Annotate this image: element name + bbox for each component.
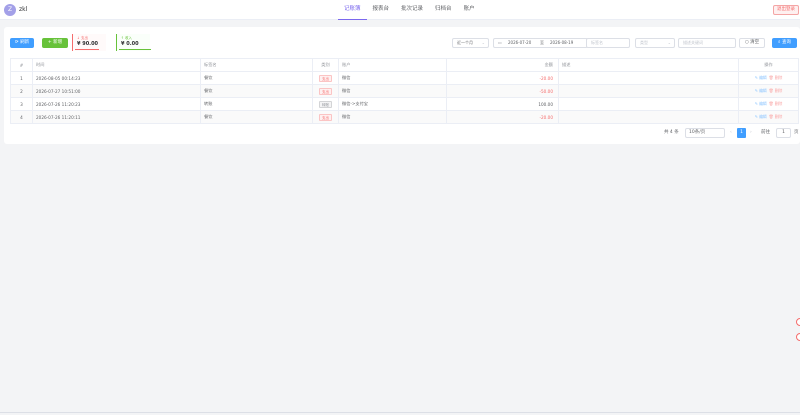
date-end: 2026-08-19 bbox=[550, 40, 574, 45]
tag-name-input[interactable]: 标签名 bbox=[586, 38, 630, 48]
expense-bar bbox=[75, 49, 99, 50]
row-tag: 餐饮 bbox=[200, 71, 313, 85]
row-amount: 100.00 bbox=[446, 97, 559, 111]
clear-button[interactable]: ○ 清空 bbox=[739, 38, 765, 48]
header-index: # bbox=[10, 58, 33, 72]
header-tag: 标签名 bbox=[200, 58, 313, 72]
table-row[interactable]: 3 2026-07-26 11:20:23 转账 转账 微信->支付宝 100.… bbox=[10, 97, 799, 111]
prev-page-icon[interactable]: ‹ bbox=[730, 128, 732, 138]
expense-label: 支出 bbox=[81, 36, 89, 40]
delete-button[interactable]: 🗑︎ 删除 bbox=[769, 114, 783, 119]
type-badge: 转账 bbox=[319, 100, 332, 108]
goto-label: 前往 bbox=[761, 130, 770, 135]
next-page-icon[interactable]: › bbox=[750, 128, 752, 138]
row-tag: 餐饮 bbox=[200, 84, 313, 98]
goto-unit: 页 bbox=[794, 130, 799, 135]
row-tag: 转账 bbox=[200, 97, 313, 111]
date-separator: 至 bbox=[540, 40, 544, 45]
period-select[interactable]: 近一个月 ⌄ bbox=[452, 38, 489, 48]
ledger-card: ⟳ 刷新 + 新增 ↓ 支出 ¥ 90.00 ↑ 收入 ¥ 0.00 近一个月 … bbox=[4, 27, 800, 144]
type-badge: 支出 bbox=[319, 87, 332, 95]
calendar-icon: ▭ bbox=[498, 40, 502, 45]
header-amount: 金额 bbox=[446, 58, 559, 72]
row-tag: 餐饮 bbox=[200, 110, 313, 124]
table-row[interactable]: 1 2026-08-05 00:14:23 餐饮 支出 微信 -20.00 ✎ … bbox=[10, 71, 799, 85]
header-account: 账户 bbox=[338, 58, 447, 72]
date-range-picker[interactable]: ▭ 2026-07-20 至 2026-08-19 bbox=[493, 38, 588, 48]
refresh-button[interactable]: ⟳ 刷新 bbox=[10, 38, 34, 48]
nav-item-reports[interactable]: 报表台 bbox=[367, 0, 396, 20]
row-index: 4 bbox=[10, 110, 33, 124]
income-summary: ↑ 收入 ¥ 0.00 bbox=[116, 34, 151, 51]
row-description bbox=[558, 110, 739, 124]
row-index: 2 bbox=[10, 84, 33, 98]
table-row[interactable]: 2 2026-07-27 10:51:00 餐饮 支出 微信 -50.00 ✎ … bbox=[10, 84, 799, 98]
row-index: 1 bbox=[10, 71, 33, 85]
add-button[interactable]: + 新增 bbox=[42, 38, 68, 48]
nav-item-accounts[interactable]: 账户 bbox=[458, 0, 481, 20]
nav-item-archive[interactable]: 归档台 bbox=[429, 0, 458, 20]
row-account: 微信 bbox=[338, 71, 447, 85]
row-time: 2026-07-26 11:20:11 bbox=[32, 110, 201, 124]
type-select[interactable]: 类型 ⌄ bbox=[635, 38, 675, 48]
row-time: 2026-07-27 10:51:00 bbox=[32, 84, 201, 98]
table-header-row: # 时间 标签名 类别 账户 金额 描述 操作 bbox=[10, 58, 799, 72]
chevron-down-icon: ⌄ bbox=[667, 40, 671, 45]
chevron-down-icon: ⌄ bbox=[481, 40, 485, 45]
header-type: 类别 bbox=[312, 58, 339, 72]
income-value: ¥ 0.00 bbox=[121, 41, 139, 47]
expense-value: ¥ 90.00 bbox=[77, 41, 99, 47]
username: zkl bbox=[19, 6, 28, 13]
nav-item-ledger[interactable]: 记账簿 bbox=[338, 0, 367, 20]
edit-button[interactable]: ✎ 编辑 bbox=[755, 114, 767, 119]
goto-page-input[interactable]: 1 bbox=[776, 128, 791, 138]
row-time: 2026-07-26 11:20:23 bbox=[32, 97, 201, 111]
page-size-select[interactable]: 10条/页 bbox=[685, 128, 725, 138]
delete-button[interactable]: 🗑︎ 删除 bbox=[769, 75, 783, 80]
avatar[interactable]: Z bbox=[4, 4, 16, 16]
income-label: 收入 bbox=[125, 36, 133, 40]
row-time: 2026-08-05 00:14:23 bbox=[32, 71, 201, 85]
nav-item-batch[interactable]: 批次记录 bbox=[395, 0, 429, 20]
floating-action-handle[interactable] bbox=[796, 333, 800, 341]
main-nav: 记账簿 报表台 批次记录 归档台 账户 bbox=[338, 0, 481, 20]
header-actions: 操作 bbox=[738, 58, 799, 72]
edit-button[interactable]: ✎ 编辑 bbox=[755, 75, 767, 80]
type-badge: 支出 bbox=[319, 74, 332, 82]
row-amount: -20.00 bbox=[446, 110, 559, 124]
table-row[interactable]: 4 2026-07-26 11:20:11 餐饮 支出 微信 -20.00 ✎ … bbox=[10, 110, 799, 124]
row-description bbox=[558, 97, 739, 111]
edit-button[interactable]: ✎ 编辑 bbox=[755, 101, 767, 106]
row-description bbox=[558, 71, 739, 85]
row-description bbox=[558, 84, 739, 98]
transactions-table: # 时间 标签名 类别 账户 金额 描述 操作 1 2026-08-05 00:… bbox=[10, 58, 799, 124]
search-button[interactable]: ⌕ 查询 bbox=[772, 38, 797, 48]
row-account: 微信->支付宝 bbox=[338, 97, 447, 111]
date-start: 2026-07-20 bbox=[508, 40, 532, 45]
header-time: 时间 bbox=[32, 58, 201, 72]
top-bar: Z zkl 记账簿 报表台 批次记录 归档台 账户 退出登录 bbox=[0, 0, 800, 20]
row-amount: -20.00 bbox=[446, 71, 559, 85]
delete-button[interactable]: 🗑︎ 删除 bbox=[769, 88, 783, 93]
description-input[interactable]: 描述关键词 bbox=[678, 38, 736, 48]
header-description: 描述 bbox=[558, 58, 739, 72]
expense-summary: ↓ 支出 ¥ 90.00 bbox=[72, 34, 106, 51]
logout-button[interactable]: 退出登录 bbox=[773, 5, 799, 15]
type-badge: 支出 bbox=[319, 113, 332, 121]
row-account: 微信 bbox=[338, 84, 447, 98]
divider bbox=[0, 412, 800, 413]
row-account: 微信 bbox=[338, 110, 447, 124]
row-index: 3 bbox=[10, 97, 33, 111]
delete-button[interactable]: 🗑︎ 删除 bbox=[769, 101, 783, 106]
edit-button[interactable]: ✎ 编辑 bbox=[755, 88, 767, 93]
floating-action-handle[interactable] bbox=[796, 318, 800, 326]
page-number-current[interactable]: 1 bbox=[737, 128, 746, 138]
row-amount: -50.00 bbox=[446, 84, 559, 98]
pagination-total: 共 4 条 bbox=[664, 130, 679, 135]
income-bar bbox=[119, 49, 151, 50]
